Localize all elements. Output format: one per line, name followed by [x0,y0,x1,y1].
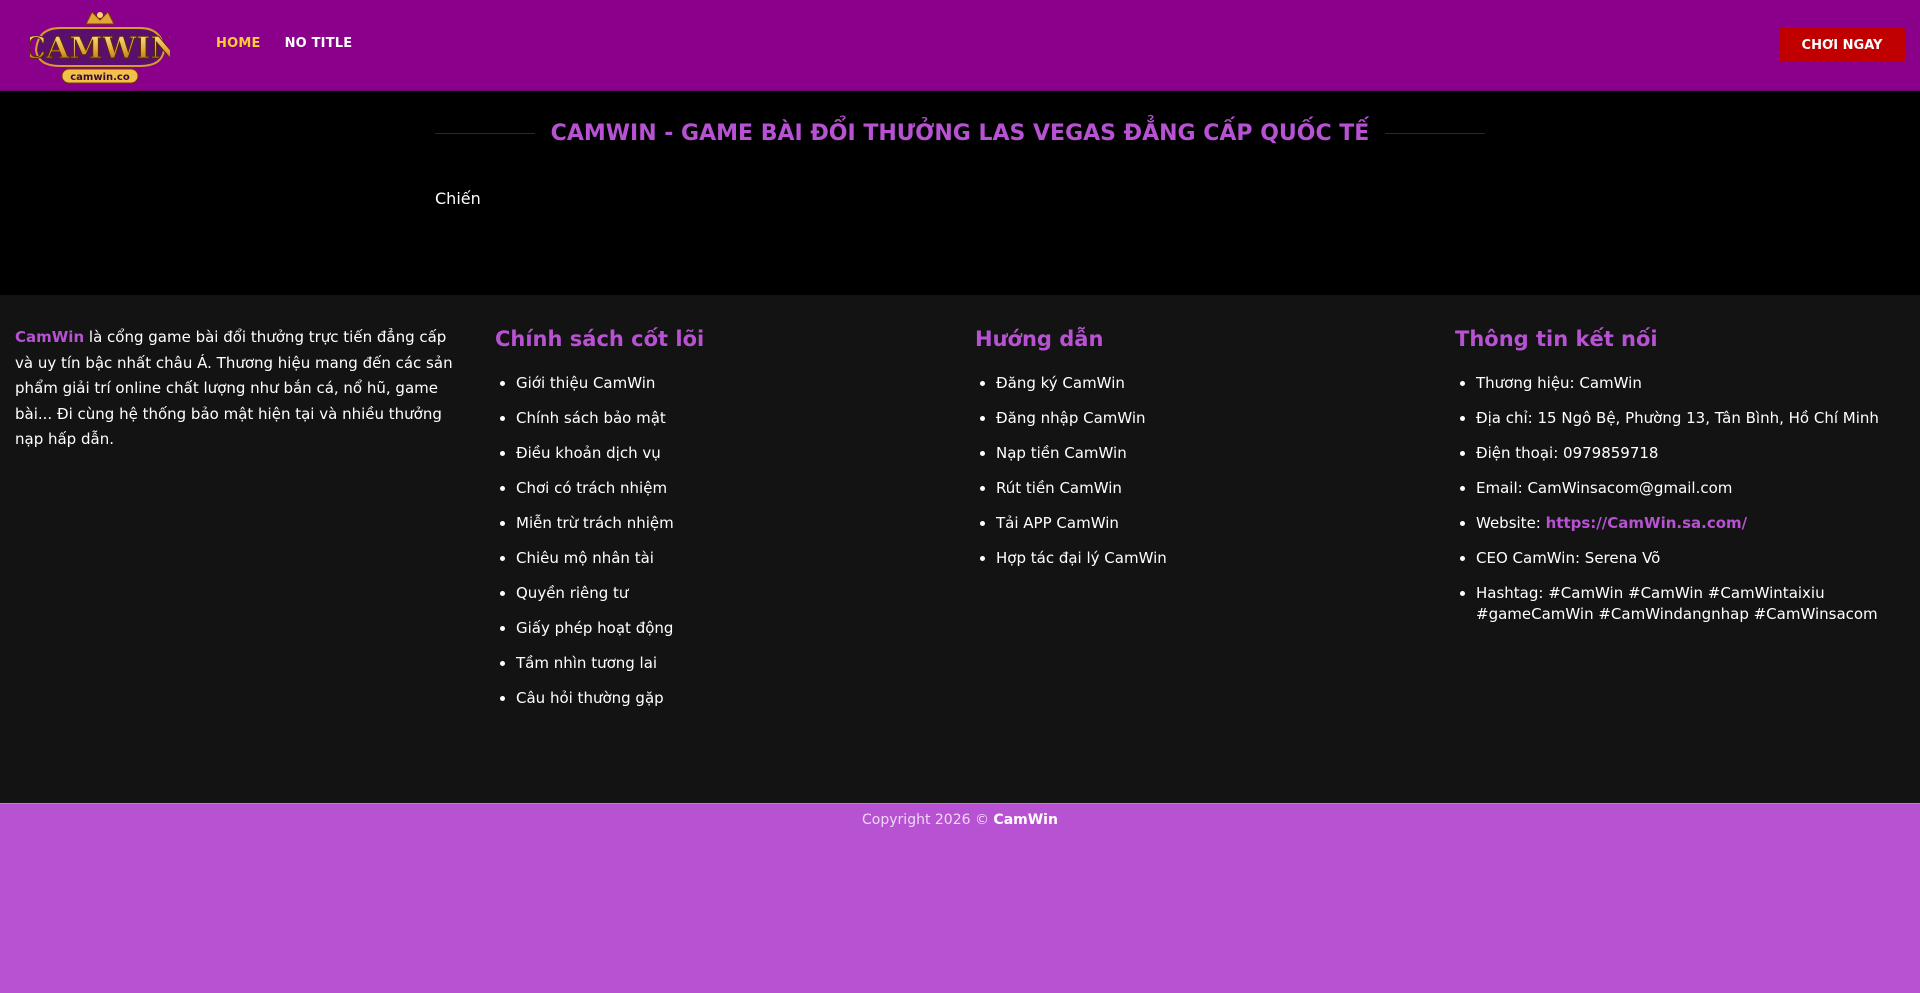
copyright: Copyright 2026 © CamWin [0,812,1920,828]
svg-text:CAMWIN: CAMWIN [30,31,170,66]
about-description: là cổng game bài đổi thưởng trực tiến đẳ… [15,328,453,448]
policy-heading: Chính sách cốt lõi [495,327,705,351]
policy-item[interactable]: Chiêu mộ nhân tài [516,548,955,569]
policy-list: Giới thiệu CamWin Chính sách bảo mật Điề… [495,373,955,709]
play-now-button[interactable]: CHƠI NGAY [1779,28,1905,62]
contact-ceo: CEO CamWin: Serena Võ [1476,548,1915,569]
policy-item[interactable]: Miễn trừ trách nhiệm [516,513,955,534]
nav-home[interactable]: HOME [216,36,261,51]
contact-hashtag: Hashtag: #CamWin #CamWin #CamWintaixiu #… [1476,583,1915,625]
guide-item[interactable]: Rút tiền CamWin [996,478,1435,499]
about-brand-link[interactable]: CamWin [15,328,84,346]
policy-item[interactable]: Tầm nhìn tương lai [516,653,955,674]
policy-item[interactable]: Giới thiệu CamWin [516,373,955,394]
guide-item[interactable]: Hợp tác đại lý CamWin [996,548,1435,569]
policy-item[interactable]: Giấy phép hoạt động [516,618,955,639]
contact-website: Website: https://CamWin.sa.com/ [1476,513,1915,534]
guide-list: Đăng ký CamWin Đăng nhập CamWin Nạp tiền… [975,373,1435,569]
footer-policy: Chính sách cốt lõi Giới thiệu CamWin Chí… [495,325,955,723]
contact-address: Địa chỉ: 15 Ngô Bệ, Phường 13, Tân Bình,… [1476,408,1915,429]
contact-phone: Điện thoại: 0979859718 [1476,443,1915,464]
contact-email: Email: CamWinsacom@gmail.com [1476,478,1915,499]
contact-list: Thương hiệu: CamWin Địa chỉ: 15 Ngô Bệ, … [1455,373,1915,625]
page-title: CAMWIN - GAME BÀI ĐỔI THƯỞNG LAS VEGAS Đ… [550,121,1370,146]
copyright-text: Copyright 2026 © [862,812,994,828]
site-header: CAMWIN camwin.co HOME NO TITLE CHƠI NGAY [0,0,1920,91]
footer-guide: Hướng dẫn Đăng ký CamWin Đăng nhập CamWi… [975,325,1435,583]
guide-item[interactable]: Đăng ký CamWin [996,373,1435,394]
contact-heading: Thông tin kết nối [1455,327,1658,351]
guide-item[interactable]: Đăng nhập CamWin [996,408,1435,429]
policy-item[interactable]: Chính sách bảo mật [516,408,955,429]
about-text: CamWin là cổng game bài đổi thưởng trực … [15,325,465,453]
policy-item[interactable]: Quyền riêng tư [516,583,955,604]
camwin-logo[interactable]: CAMWIN camwin.co [30,6,170,84]
website-link[interactable]: https://CamWin.sa.com/ [1546,514,1748,532]
main-content: CAMWIN - GAME BÀI ĐỔI THƯỞNG LAS VEGAS Đ… [0,91,1920,295]
guide-heading: Hướng dẫn [975,327,1104,351]
policy-item[interactable]: Chơi có trách nhiệm [516,478,955,499]
guide-item[interactable]: Tải APP CamWin [996,513,1435,534]
policy-item[interactable]: Câu hỏi thường gặp [516,688,955,709]
page-title-row: CAMWIN - GAME BÀI ĐỔI THƯỞNG LAS VEGAS Đ… [435,121,1485,146]
title-divider-left [435,133,535,134]
main-nav: HOME NO TITLE [216,36,376,51]
policy-item[interactable]: Điều khoản dịch vụ [516,443,955,464]
guide-item[interactable]: Nạp tiền CamWin [996,443,1435,464]
nav-no-title[interactable]: NO TITLE [285,36,353,51]
logo-subtitle: camwin.co [70,72,130,83]
title-divider-right [1385,133,1485,134]
contact-brand: Thương hiệu: CamWin [1476,373,1915,394]
page-body-text: Chiến [435,189,481,208]
copyright-brand-link[interactable]: CamWin [993,812,1058,828]
footer-contact: Thông tin kết nối Thương hiệu: CamWin Đị… [1455,325,1915,639]
site-footer: CamWin là cổng game bài đổi thưởng trực … [0,295,1920,804]
footer-about: CamWin là cổng game bài đổi thưởng trực … [15,325,475,453]
website-label: Website: [1476,514,1546,532]
